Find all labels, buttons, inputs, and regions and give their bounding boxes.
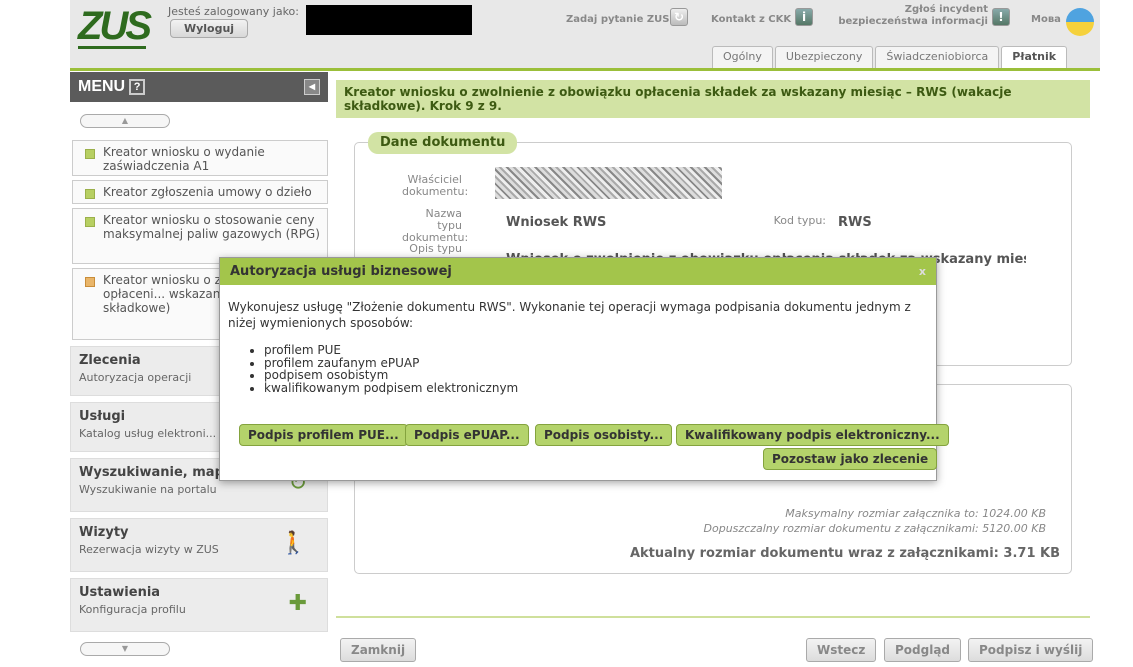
ukraine-flag-icon[interactable] bbox=[1066, 8, 1094, 36]
type-name-label: Nazwa typu dokumentu: bbox=[402, 207, 469, 244]
sidebar-item-rpg[interactable]: Kreator wniosku o stosowanie ceny maksym… bbox=[72, 208, 328, 264]
tab-insured[interactable]: Ubezpieczony bbox=[774, 46, 874, 68]
sign-qualified-button[interactable]: Kwalifikowany podpis elektroniczny... bbox=[676, 424, 949, 446]
document-data-heading: Dane dokumentu bbox=[368, 132, 518, 154]
tab-payer[interactable]: Płatnik bbox=[1001, 46, 1068, 68]
sign-epuap-button[interactable]: Podpis ePUAP... bbox=[405, 424, 529, 446]
list-item: kwalifikowanym podpisem elektronicznym bbox=[264, 381, 518, 395]
role-tabs: Ogólny Ubezpieczony Świadczeniobiorca Pł… bbox=[712, 46, 1068, 68]
sidebar-section-ustawienia[interactable]: Ustawienia Konfiguracja profilu ✚ bbox=[70, 578, 328, 632]
ask-question-link[interactable]: Zadaj pytanie ZUS bbox=[566, 14, 669, 25]
close-button[interactable]: Zamknij bbox=[340, 638, 417, 662]
current-document-size: Aktualny rozmiar dokumentu wraz z załącz… bbox=[629, 546, 1060, 561]
ask-question-icon[interactable]: ↻ bbox=[670, 8, 688, 26]
header-divider bbox=[70, 68, 1100, 71]
sign-personal-button[interactable]: Podpis osobisty... bbox=[535, 424, 673, 446]
section-subtitle: Konfiguracja profilu bbox=[79, 603, 186, 616]
incident-link-line2[interactable]: bezpieczeństwa informacji bbox=[832, 16, 988, 27]
logout-button[interactable]: Wyloguj bbox=[170, 19, 248, 38]
contact-link[interactable]: Kontakt z CKK bbox=[711, 14, 791, 25]
collapse-menu-icon[interactable]: ◀ bbox=[304, 79, 320, 95]
dialog-title: Autoryzacja usługi biznesowej bbox=[230, 264, 452, 279]
dialog-message: Wykonujesz usługę "Złożenie dokumentu RW… bbox=[228, 300, 911, 330]
owner-label: Właściciel dokumentu: bbox=[402, 173, 469, 198]
sign-and-send-button[interactable]: Podpisz i wyślij bbox=[968, 638, 1094, 662]
sidebar-item-a1[interactable]: Kreator wniosku o wydanie zaświadczenia … bbox=[72, 140, 328, 176]
section-title: Ustawienia bbox=[79, 585, 161, 600]
redacted-user-name bbox=[306, 5, 472, 35]
menu-scroll-up-button[interactable]: ▲ bbox=[80, 114, 170, 128]
dialog-header: Autoryzacja usługi biznesowej x bbox=[220, 258, 936, 285]
leave-as-order-button[interactable]: Pozostaw jako zlecenie bbox=[763, 448, 938, 470]
incident-icon[interactable]: ! bbox=[992, 8, 1010, 26]
max-document-size: Dopuszczalny rozmiar dokumentu z załączn… bbox=[703, 522, 1046, 535]
walking-person-icon: 🚶 bbox=[279, 531, 307, 556]
back-button[interactable]: Wstecz bbox=[806, 638, 877, 662]
contact-icon[interactable]: i bbox=[795, 8, 813, 26]
signature-methods-list: profilem PUE profilem zaufanym ePUAP pod… bbox=[264, 344, 518, 394]
incident-link-line1[interactable]: Zgłoś incydent bbox=[868, 4, 988, 15]
type-code-label: Kod typu: bbox=[773, 214, 826, 227]
language-link[interactable]: Мова bbox=[1031, 14, 1061, 25]
section-subtitle: Wyszukiwanie na portalu bbox=[79, 483, 217, 496]
owner-value-blurred bbox=[495, 167, 722, 199]
menu-scroll-down-button[interactable]: ▼ bbox=[80, 642, 170, 656]
authorization-dialog: Autoryzacja usługi biznesowej x Wykonuje… bbox=[219, 257, 949, 481]
menu-title: MENU bbox=[78, 78, 126, 95]
help-icon[interactable]: ? bbox=[129, 79, 146, 95]
page-title: Kreator wniosku o zwolnienie z obowiązku… bbox=[336, 80, 1090, 118]
sign-pue-button[interactable]: Podpis profilem PUE... bbox=[239, 424, 408, 446]
preview-button[interactable]: Podgląd bbox=[884, 638, 962, 662]
puzzle-icon: ✚ bbox=[288, 591, 307, 616]
list-item: profilem PUE bbox=[264, 344, 518, 357]
max-attachment-size: Maksymalny rozmiar załącznika to: 1024.0… bbox=[785, 507, 1046, 520]
type-description-label: Opis typu bbox=[409, 242, 462, 255]
logged-as-label: Jesteś zalogowany jako: bbox=[168, 5, 299, 18]
tab-general[interactable]: Ogólny bbox=[712, 46, 773, 68]
sidebar-item-umowa-dzielo[interactable]: Kreator zgłoszenia umowy o dzieło bbox=[72, 180, 328, 204]
type-code-value: RWS bbox=[838, 215, 872, 230]
footer-divider bbox=[336, 616, 1090, 618]
menu-header: MENU? ◀ bbox=[70, 72, 328, 102]
close-icon[interactable]: x bbox=[919, 258, 926, 285]
list-item: podpisem osobistym bbox=[264, 369, 518, 382]
sidebar-section-wizyty[interactable]: Wizyty Rezerwacja wizyty w ZUS 🚶 bbox=[70, 518, 328, 572]
tab-beneficiary[interactable]: Świadczeniobiorca bbox=[875, 46, 1000, 68]
zus-logo[interactable]: ZUS bbox=[78, 6, 152, 49]
type-name-value: Wniosek RWS bbox=[506, 215, 607, 230]
